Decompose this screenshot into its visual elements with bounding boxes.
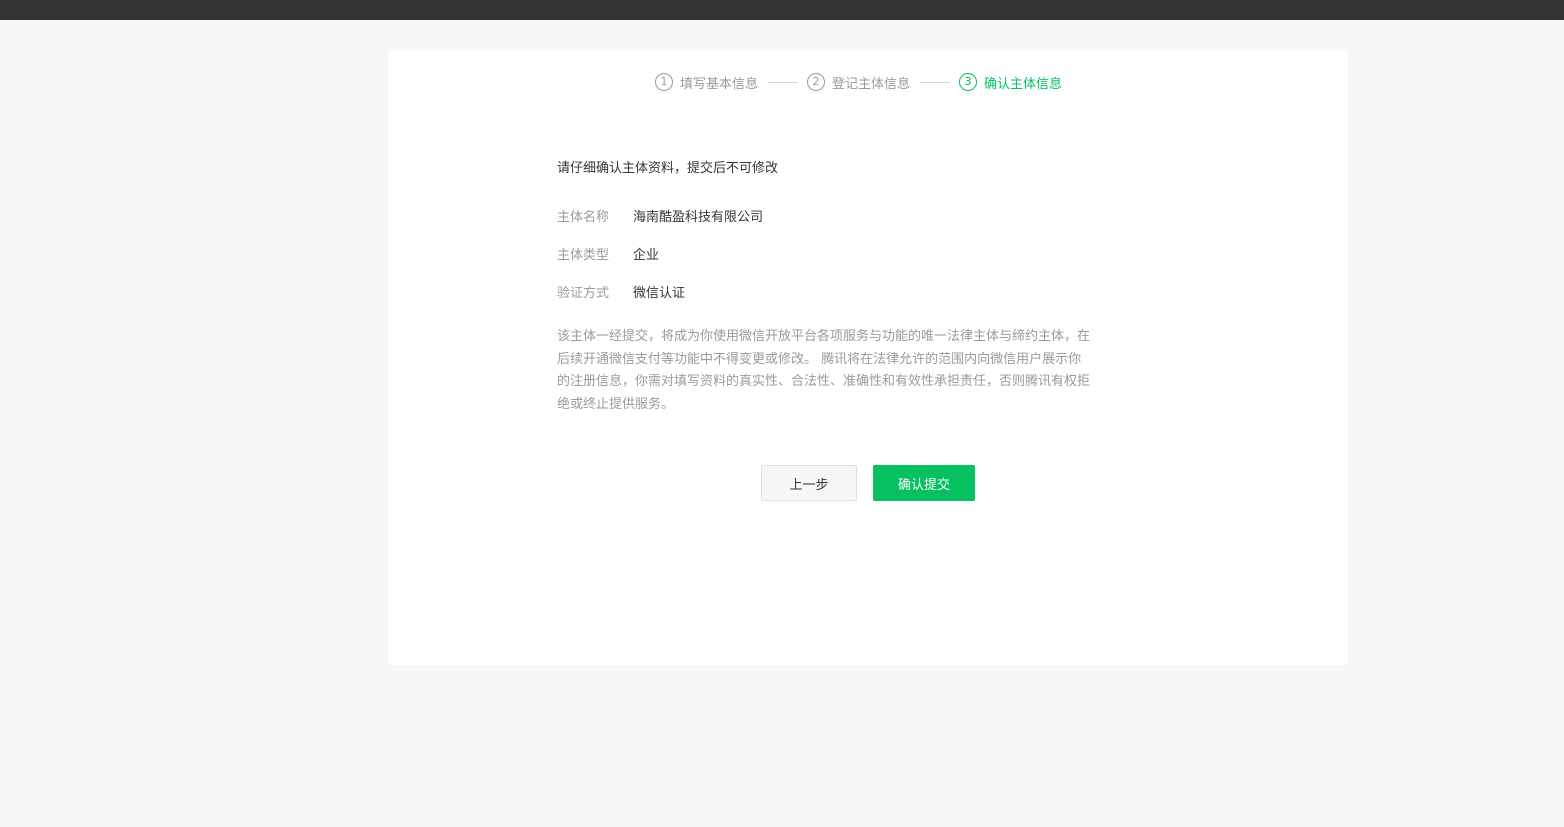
info-row-entity-name: 主体名称 海南酷盈科技有限公司	[557, 205, 1097, 225]
info-label: 主体类型	[557, 247, 610, 263]
step-1-number: 1	[655, 73, 673, 91]
step-3-label: 确认主体信息	[984, 76, 1063, 92]
info-value: 企业	[633, 247, 660, 263]
info-row-entity-type: 主体类型 企业	[557, 243, 1097, 263]
confirm-content: 请仔细确认主体资料，提交后不可修改 主体名称 海南酷盈科技有限公司 主体类型 企…	[557, 160, 1097, 416]
step-1: 1 填写基本信息	[655, 73, 758, 92]
step-3: 3 确认主体信息	[959, 73, 1062, 92]
entity-info: 主体名称 海南酷盈科技有限公司 主体类型 企业 验证方式 微信认证	[557, 205, 1097, 301]
step-2-label: 登记主体信息	[832, 76, 911, 92]
info-value: 微信认证	[633, 285, 686, 301]
action-buttons: 上一步 确认提交	[761, 465, 975, 501]
info-label: 主体名称	[557, 209, 610, 225]
top-bar	[0, 0, 1564, 20]
main-card: 1 填写基本信息 2 登记主体信息 3 确认主体信息 请仔细确认主体资料，提交后…	[388, 50, 1348, 665]
legal-description: 该主体一经提交，将成为你使用微信开放平台各项服务与功能的唯一法律主体与缔约主体，…	[557, 329, 1091, 412]
info-value: 海南酷盈科技有限公司	[633, 209, 764, 225]
info-label: 验证方式	[557, 285, 610, 301]
step-indicator: 1 填写基本信息 2 登记主体信息 3 确认主体信息	[655, 72, 1062, 92]
confirm-notice: 请仔细确认主体资料，提交后不可修改	[557, 161, 779, 176]
previous-step-button[interactable]: 上一步	[761, 465, 857, 501]
confirm-submit-button[interactable]: 确认提交	[873, 465, 975, 501]
step-3-number: 3	[959, 73, 978, 91]
step-connector	[768, 81, 799, 83]
step-2-number: 2	[807, 73, 826, 91]
info-row-verification-method: 验证方式 微信认证	[557, 281, 1097, 301]
step-2: 2 登记主体信息	[807, 73, 910, 92]
step-1-label: 填写基本信息	[680, 76, 759, 92]
step-connector	[920, 81, 951, 83]
